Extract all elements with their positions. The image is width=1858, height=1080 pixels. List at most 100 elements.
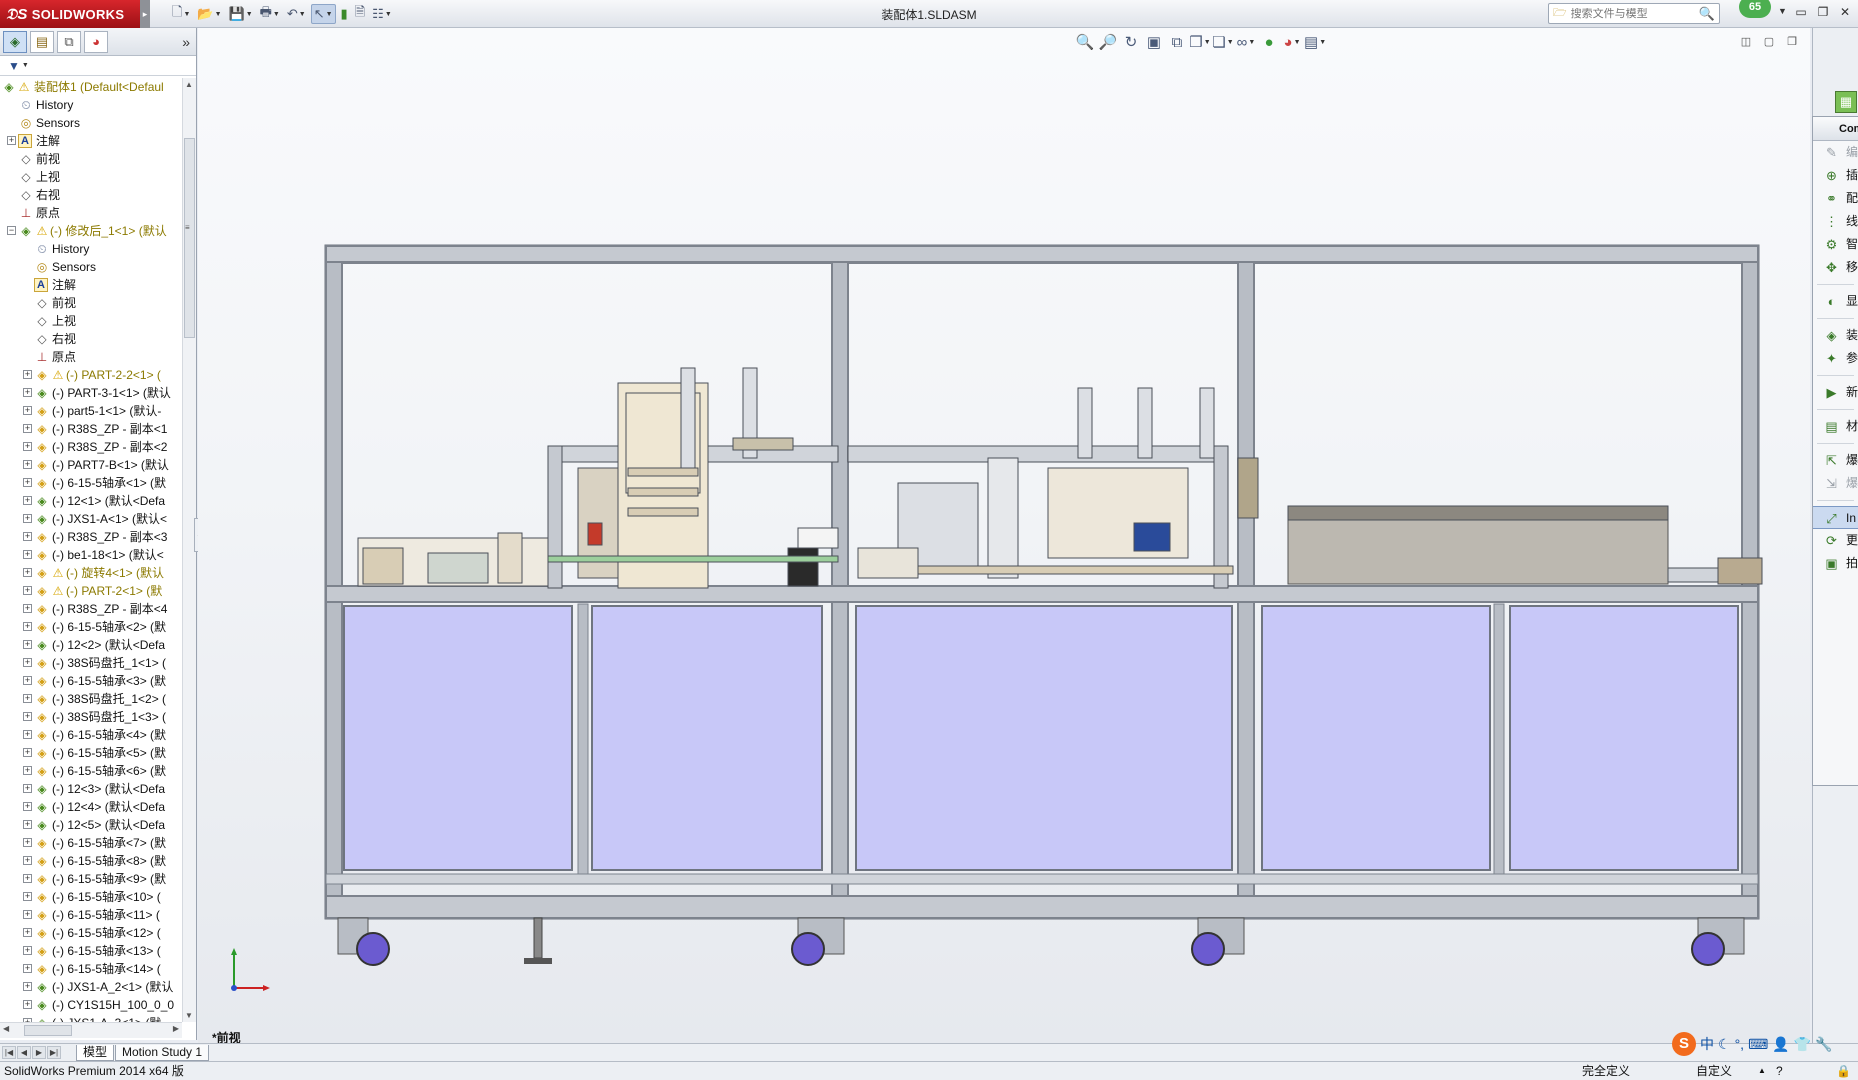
expand-icon[interactable]: + bbox=[23, 694, 32, 703]
flyout-item[interactable]: ⋮ 线 bbox=[1813, 210, 1858, 233]
tree-item[interactable]: ◇ 前视 bbox=[0, 150, 182, 168]
tree-item[interactable]: + ◈ (-) 6-15-5轴承<14> ( bbox=[0, 960, 182, 978]
tree-item[interactable]: + ◈ (-) 6-15-5轴承<13> ( bbox=[0, 942, 182, 960]
notification-badge[interactable]: 65 bbox=[1739, 0, 1771, 18]
help-dropdown-icon[interactable]: ▼ bbox=[1778, 6, 1787, 16]
print-button[interactable]: 🖶 ▼ bbox=[258, 4, 282, 24]
flyout-item[interactable]: ▤ 材 bbox=[1813, 415, 1858, 438]
expand-icon[interactable]: + bbox=[23, 748, 32, 757]
expand-icon[interactable]: + bbox=[23, 928, 32, 937]
tree-item[interactable]: + ◈ (-) 6-15-5轴承<11> ( bbox=[0, 906, 182, 924]
tree-item[interactable]: + ◈ (-) 12<2> (默认<Defa bbox=[0, 636, 182, 654]
tree-item[interactable]: + ◈ ⚠ (-) PART-2-2<1> ( bbox=[0, 366, 182, 384]
expand-icon[interactable]: + bbox=[23, 946, 32, 955]
expand-icon[interactable]: + bbox=[23, 442, 32, 451]
tree-item[interactable]: + ◈ (-) 6-15-5轴承<5> (默 bbox=[0, 744, 182, 762]
expand-icon[interactable]: + bbox=[23, 622, 32, 631]
scroll-down-icon[interactable]: ▼ bbox=[185, 1011, 193, 1020]
flyout-item[interactable]: ⚙ 智 bbox=[1813, 233, 1858, 256]
expand-icon[interactable]: + bbox=[23, 712, 32, 721]
scroll-right-icon[interactable]: ▶ bbox=[173, 1024, 179, 1033]
tree-filter[interactable]: ▼ ▼ bbox=[0, 56, 196, 76]
open-button[interactable]: 📂 ▼ bbox=[195, 4, 223, 24]
graphics-area[interactable]: 🔍 🔎 ↻ ▣ ⧉ ❒▼ ❏▼ ∞▼ ● ◕▼ ▤▼ ◫ ▢ ❐ ✕ bbox=[198, 28, 1810, 1043]
search-box[interactable]: 🗁 🔍 bbox=[1548, 3, 1720, 24]
flyout-item[interactable]: ⊕ 插 bbox=[1813, 164, 1858, 187]
expand-icon[interactable]: + bbox=[23, 1000, 32, 1009]
expand-icon[interactable]: + bbox=[23, 820, 32, 829]
flyout-item[interactable]: ⇱ 爆 bbox=[1813, 449, 1858, 472]
expand-icon[interactable]: + bbox=[23, 550, 32, 559]
minimize-icon[interactable]: ▭ bbox=[1793, 3, 1809, 21]
user-icon[interactable]: 👤 bbox=[1772, 1036, 1789, 1053]
tree-item[interactable]: + ◈ (-) 6-15-5轴承<9> (默 bbox=[0, 870, 182, 888]
collapse-icon[interactable]: − bbox=[7, 226, 16, 235]
solidworks-menu-button[interactable]: 𝔇S SOLIDWORKS bbox=[0, 0, 140, 28]
expand-icon[interactable]: + bbox=[23, 460, 32, 469]
rebuild-status-icon[interactable]: 🔒 bbox=[1836, 1062, 1851, 1080]
tree-item[interactable]: ◇ 上视 bbox=[0, 168, 182, 186]
tree-item[interactable]: + ◈ (-) 12<4> (默认<Defa bbox=[0, 798, 182, 816]
search-input[interactable] bbox=[1570, 7, 1695, 20]
tree-item[interactable]: A 注解 bbox=[0, 276, 182, 294]
expand-icon[interactable]: + bbox=[23, 658, 32, 667]
tree-item[interactable]: + ◈ (-) 6-15-5轴承<12> ( bbox=[0, 924, 182, 942]
tree-item[interactable]: + ◈ (-) be1-18<1> (默认< bbox=[0, 546, 182, 564]
punctuation-icon[interactable]: ☾ bbox=[1718, 1036, 1731, 1053]
select-button[interactable]: ↖ ▼ bbox=[310, 4, 336, 24]
new-document-button[interactable]: 🗋 ▼ bbox=[170, 4, 192, 24]
expand-icon[interactable]: + bbox=[23, 964, 32, 973]
tree-horizontal-scrollbar[interactable]: ◀ ▶ bbox=[0, 1022, 182, 1038]
flyout-item[interactable]: ⤢ In bbox=[1813, 506, 1858, 529]
tree-item[interactable]: ◎ Sensors bbox=[0, 258, 182, 276]
expand-icon[interactable]: + bbox=[23, 766, 32, 775]
options-button[interactable]: ☷ ▼ bbox=[370, 4, 394, 24]
undo-button[interactable]: ↶ ▼ bbox=[285, 4, 308, 24]
expand-icon[interactable]: + bbox=[23, 676, 32, 685]
tree-item[interactable]: +◈(-) JXS1-A_3<1> (默 bbox=[0, 1014, 182, 1022]
expand-icon[interactable]: + bbox=[23, 838, 32, 847]
flyout-item[interactable]: ▣ 拍 bbox=[1813, 552, 1858, 575]
tab-model[interactable]: 模型 bbox=[76, 1045, 115, 1061]
panel-expand-icon[interactable]: » bbox=[182, 34, 190, 50]
tree-item[interactable]: ◇ 右视 bbox=[0, 186, 182, 204]
next-tab-icon[interactable]: ▶ bbox=[32, 1046, 46, 1059]
expand-icon[interactable]: + bbox=[23, 406, 32, 415]
tree-item[interactable]: + ◈ (-) 12<5> (默认<Defa bbox=[0, 816, 182, 834]
flyout-item[interactable]: ⚭ 配 bbox=[1813, 187, 1858, 210]
expand-icon[interactable]: + bbox=[23, 388, 32, 397]
tree-item[interactable]: + ◈ (-) 6-15-5轴承<6> (默 bbox=[0, 762, 182, 780]
flyout-item[interactable]: ◈ 装 bbox=[1813, 324, 1858, 347]
tree-item[interactable]: ⏲ History bbox=[0, 96, 182, 114]
rebuild-button[interactable]: ▮ bbox=[339, 4, 350, 24]
flyout-item[interactable]: ✎ 编 bbox=[1813, 141, 1858, 164]
tree-item[interactable]: ⏲ History bbox=[0, 240, 182, 258]
tree-item[interactable]: + ◈ (-) 12<1> (默认<Defa bbox=[0, 492, 182, 510]
tree-item[interactable]: ⊥ 原点 bbox=[0, 348, 182, 366]
property-manager-tab[interactable]: ▤ bbox=[30, 30, 54, 53]
hscroll-thumb[interactable] bbox=[24, 1025, 72, 1036]
expand-icon[interactable]: + bbox=[23, 604, 32, 613]
tree-root-assembly[interactable]: ◈ ⚠ 装配体1 (Default<Defaul bbox=[0, 78, 182, 96]
sogou-ime-icon[interactable]: S bbox=[1672, 1032, 1696, 1056]
tree-item[interactable]: + ◈ (-) PART7-B<1> (默认 bbox=[0, 456, 182, 474]
expand-icon[interactable]: + bbox=[23, 568, 32, 577]
tree-item[interactable]: ◇ 前视 bbox=[0, 294, 182, 312]
expand-icon[interactable]: + bbox=[23, 514, 32, 523]
units-dropdown-icon[interactable]: ▲ bbox=[1758, 1062, 1766, 1080]
menu-expand-arrow-icon[interactable]: ▸ bbox=[140, 0, 150, 28]
scroll-thumb[interactable] bbox=[184, 138, 195, 338]
expand-icon[interactable]: + bbox=[7, 136, 16, 145]
close-icon[interactable]: ✕ bbox=[1837, 3, 1853, 21]
scroll-left-icon[interactable]: ◀ bbox=[3, 1024, 9, 1033]
flyout-item[interactable]: ◐ 显 bbox=[1813, 290, 1858, 313]
tree-item[interactable]: + ◈ (-) JXS1-A_2<1> (默认 bbox=[0, 978, 182, 996]
tree-item[interactable]: + ◈ (-) 6-15-5轴承<2> (默 bbox=[0, 618, 182, 636]
tree-item[interactable]: + ◈ (-) R38S_ZP - 副本<2 bbox=[0, 438, 182, 456]
scroll-up-icon[interactable]: ▲ bbox=[185, 80, 193, 89]
restore-icon[interactable]: ❐ bbox=[1815, 3, 1831, 21]
save-button[interactable]: 💾 ▼ bbox=[227, 4, 255, 24]
tree-item[interactable]: + ◈ (-) part5-1<1> (默认- bbox=[0, 402, 182, 420]
tree-item[interactable]: + ◈ (-) 6-15-5轴承<1> (默 bbox=[0, 474, 182, 492]
expand-icon[interactable]: + bbox=[23, 802, 32, 811]
